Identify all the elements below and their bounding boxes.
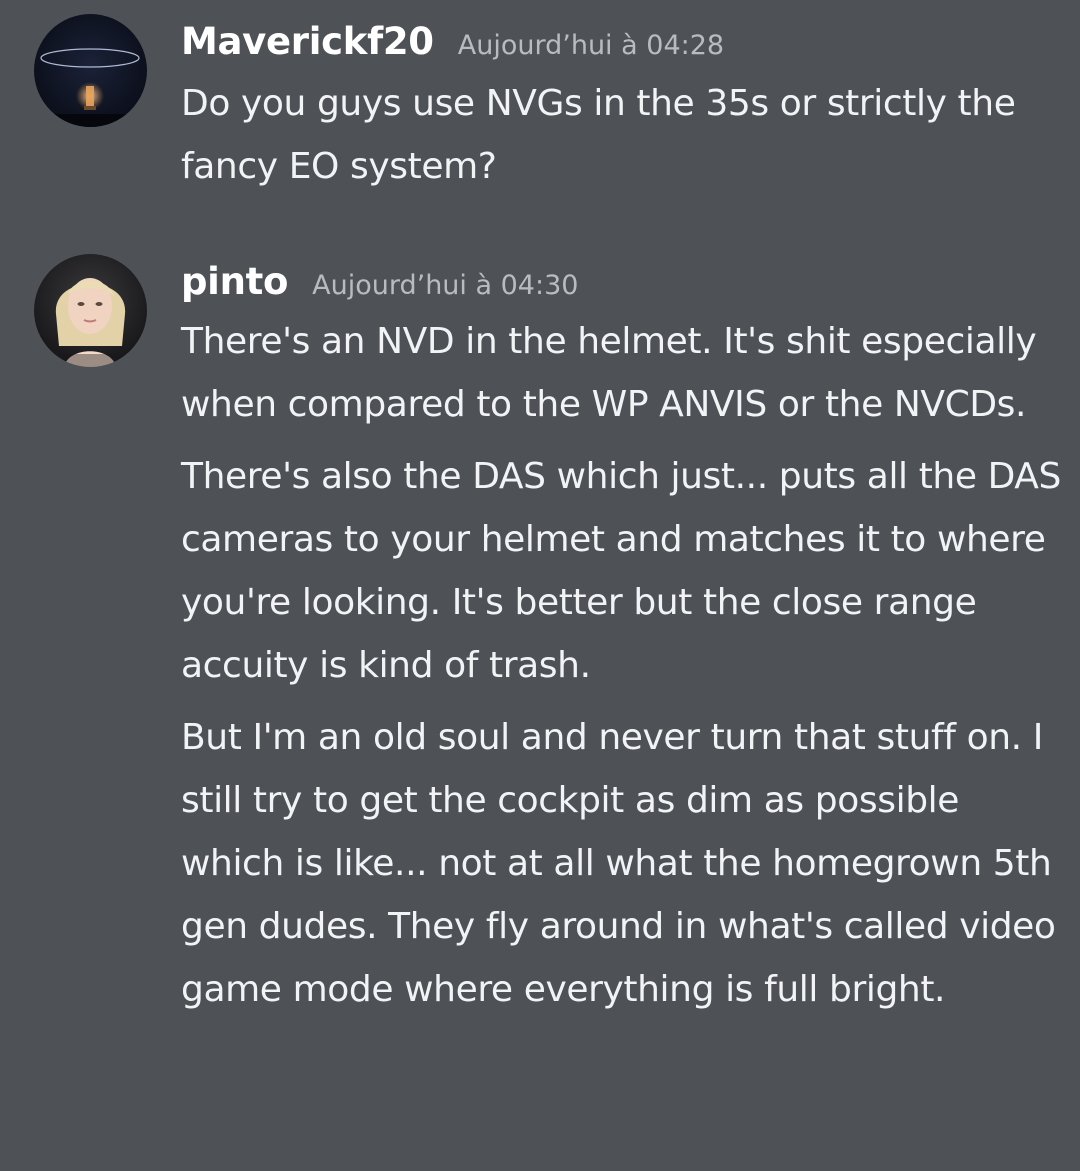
avatar[interactable] xyxy=(34,254,147,367)
message-text: There's an NVD in the helmet. It's shit … xyxy=(181,321,1037,425)
timestamp: Aujourd’hui à 04:28 xyxy=(457,30,725,61)
avatar-night-sky-image xyxy=(34,14,147,127)
chat-message-list: Maverickf20 Aujourd’hui à 04:28 Do you g… xyxy=(0,0,1080,1171)
username[interactable]: pinto xyxy=(181,254,288,310)
avatar[interactable] xyxy=(34,14,147,127)
message-text: There's also the DAS which just... puts … xyxy=(181,456,1061,686)
message-text: But I'm an old soul and never turn that … xyxy=(181,717,1056,1010)
username[interactable]: Maverickf20 xyxy=(181,14,434,70)
message-text: Do you guys use NVGs in the 35s or stric… xyxy=(181,83,1016,187)
timestamp: Aujourd’hui à 04:30 xyxy=(312,270,579,301)
avatar-portrait-image xyxy=(34,254,147,367)
